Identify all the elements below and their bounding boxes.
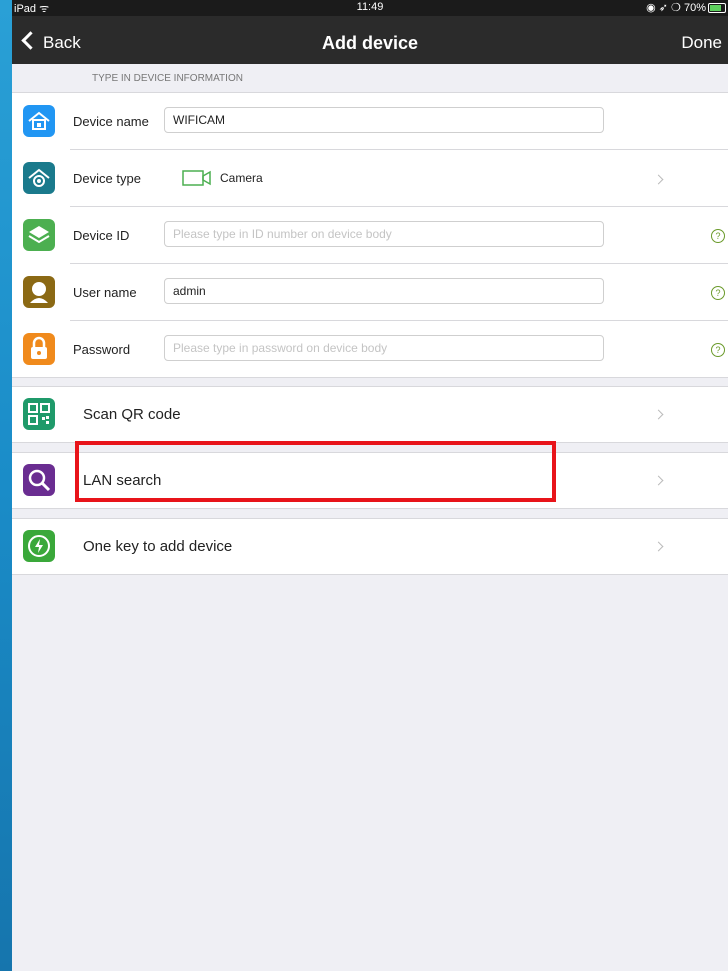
camera-icon — [182, 170, 211, 186]
scan-qr-code-label: Scan QR code — [83, 406, 181, 423]
battery-icon — [708, 3, 726, 13]
device-id-row: Device ID ? — [12, 207, 728, 264]
user-name-row: User name ? — [12, 264, 728, 321]
chevron-right-icon — [653, 174, 664, 185]
magnifier-icon — [23, 464, 55, 496]
lock-icon — [23, 333, 55, 365]
app-screen: iPad ᯤ 11:49 ◉ ➶ ❍ 70% Back Add device D… — [12, 0, 728, 971]
status-indicators: ◉ ➶ ❍ 70% — [646, 2, 706, 14]
password-field[interactable] — [164, 335, 604, 361]
section-header: TYPE IN DEVICE INFORMATION — [92, 73, 243, 84]
help-icon[interactable]: ? — [711, 343, 725, 357]
user-icon — [23, 276, 55, 308]
lan-search-row[interactable]: LAN search — [12, 452, 728, 509]
done-button[interactable]: Done — [681, 16, 722, 70]
device-info-form: Device name Device type Camera Device ID — [12, 92, 728, 378]
user-name-field[interactable] — [164, 278, 604, 304]
device-name-label: Device name — [73, 114, 149, 129]
device-id-field[interactable] — [164, 221, 604, 247]
house-icon — [23, 105, 55, 137]
qr-code-icon — [23, 398, 55, 430]
lan-search-label: LAN search — [83, 472, 162, 489]
password-label: Password — [73, 342, 131, 357]
device-name-field[interactable] — [164, 107, 604, 133]
lightning-icon — [23, 530, 55, 562]
one-key-add-label: One key to add device — [83, 538, 233, 555]
chevron-right-icon — [653, 541, 664, 552]
device-type-row[interactable]: Device type Camera — [12, 150, 728, 207]
status-bar: iPad ᯤ 11:49 ◉ ➶ ❍ 70% — [12, 0, 728, 16]
user-name-label: User name — [73, 285, 137, 300]
device-id-label: Device ID — [73, 228, 130, 243]
chevron-right-icon — [653, 409, 664, 420]
navigation-bar: Back Add device Done — [12, 16, 728, 64]
device-type-value: Camera — [220, 171, 263, 185]
chevron-right-icon — [653, 475, 664, 486]
help-icon[interactable]: ? — [711, 229, 725, 243]
layers-icon — [23, 219, 55, 251]
device-name-row: Device name — [12, 93, 728, 150]
device-type-label: Device type — [73, 171, 141, 186]
help-icon[interactable]: ? — [711, 286, 725, 300]
one-key-add-row[interactable]: One key to add device — [12, 518, 728, 575]
password-row: Password ? — [12, 321, 728, 378]
page-title: Add device — [321, 33, 419, 53]
camera-house-icon — [23, 162, 55, 194]
clock: 11:49 — [356, 1, 384, 13]
scan-qr-code-row[interactable]: Scan QR code — [12, 386, 728, 443]
